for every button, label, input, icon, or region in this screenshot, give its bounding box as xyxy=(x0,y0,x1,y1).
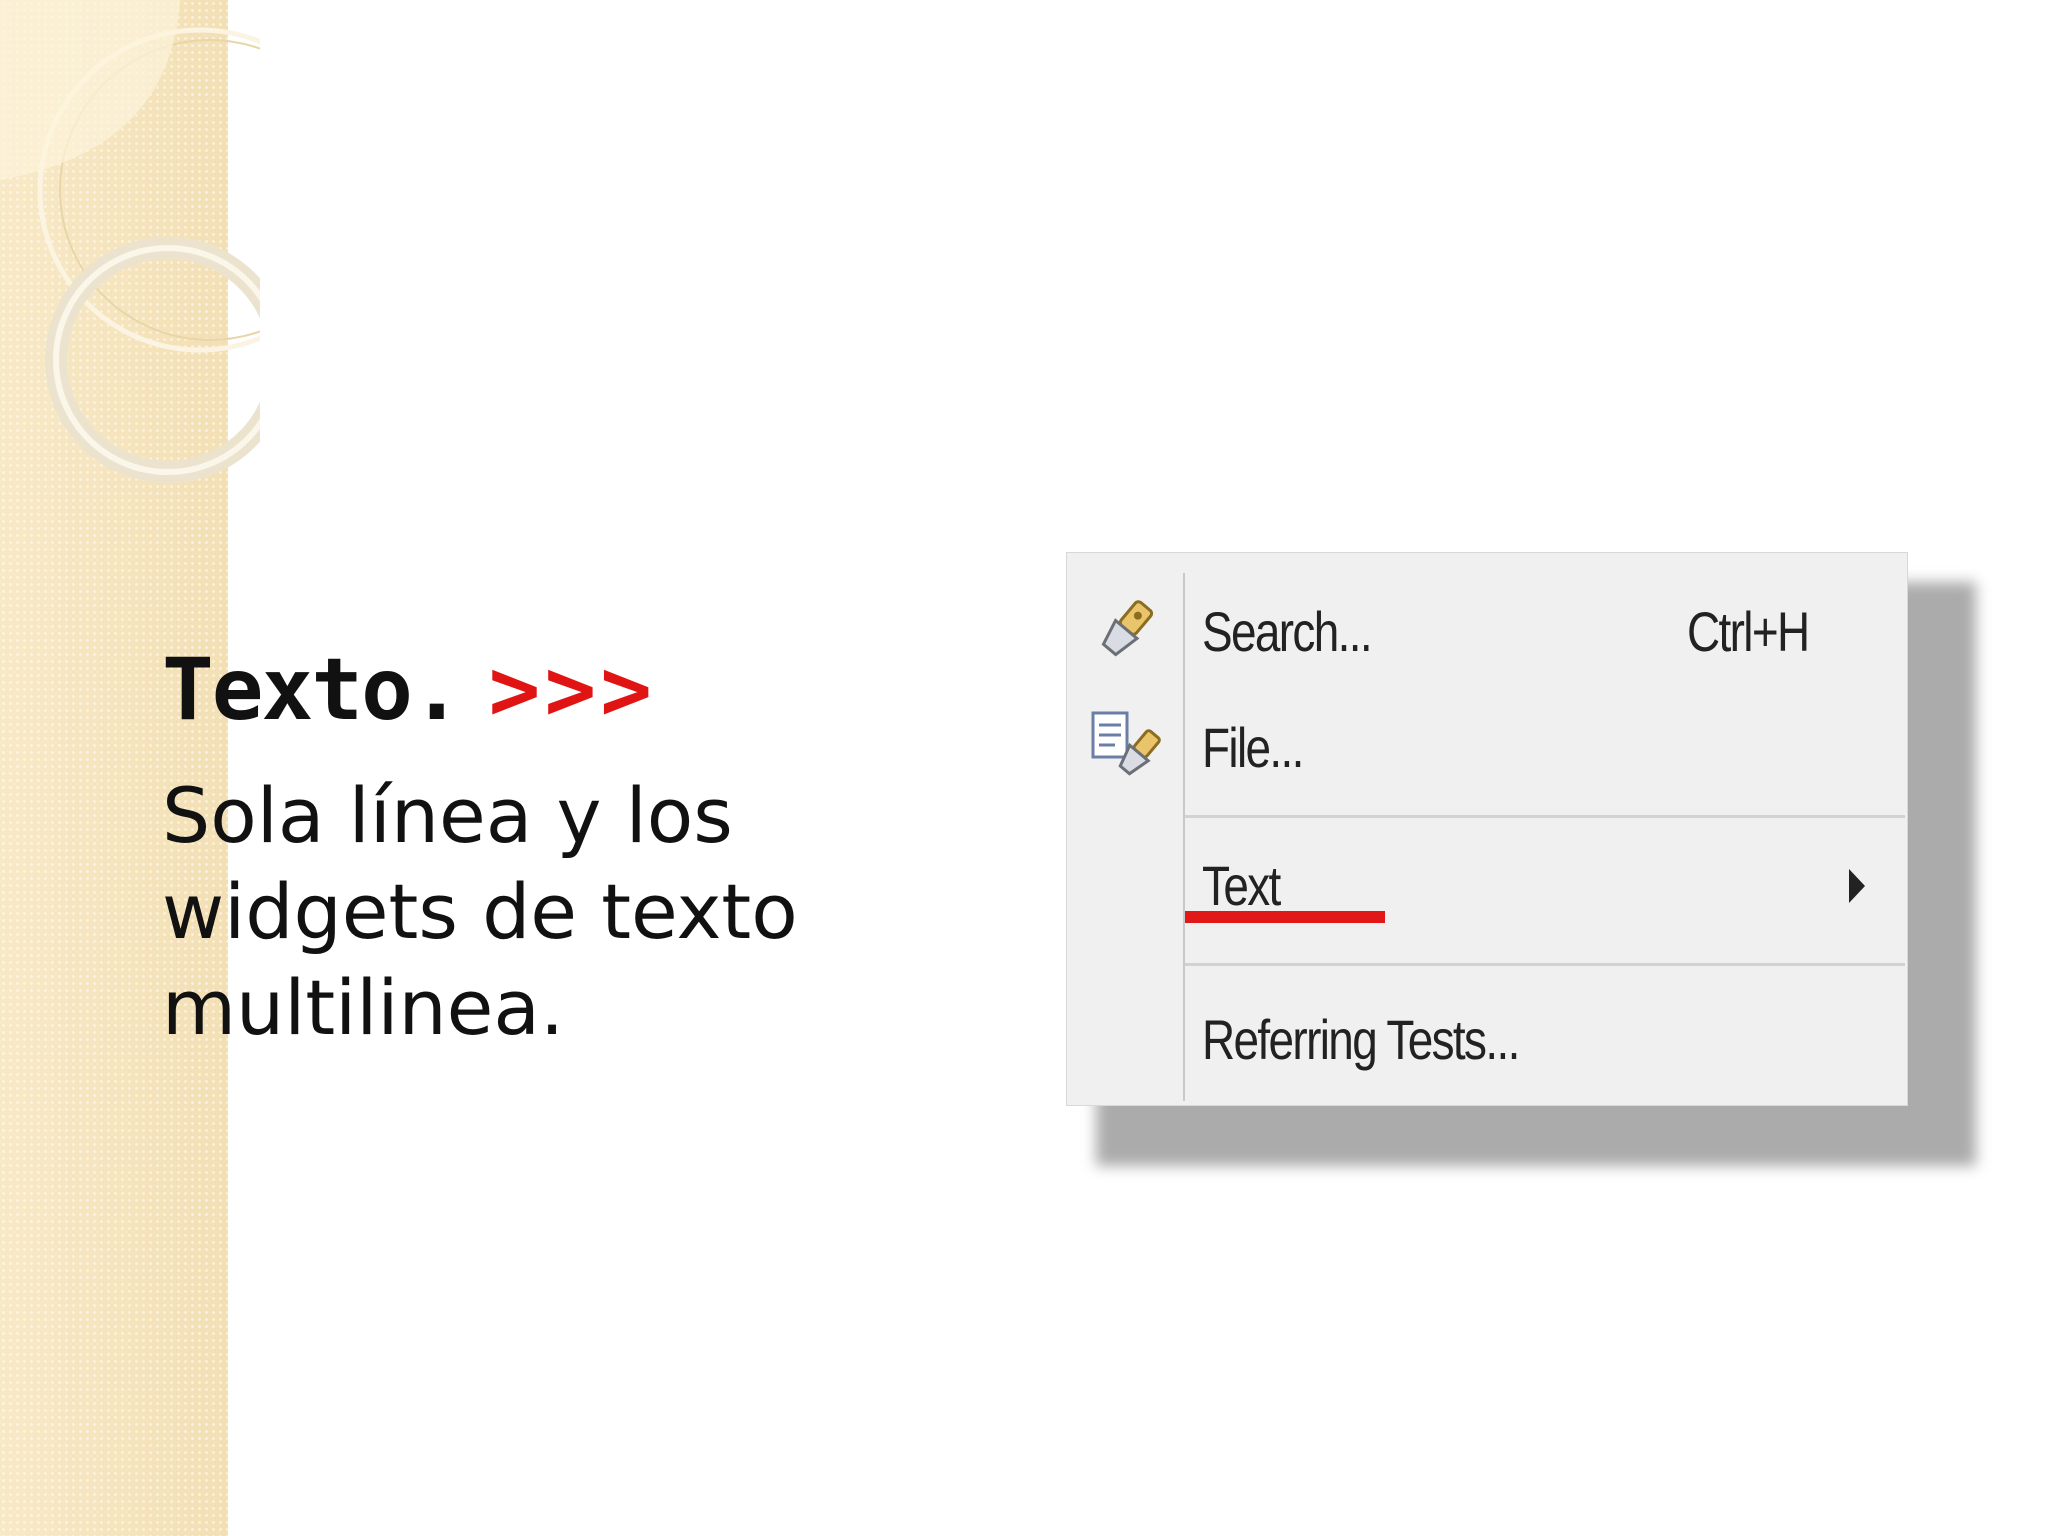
highlight-underline xyxy=(1185,911,1385,923)
menu-item-file[interactable]: File... xyxy=(1067,697,1907,793)
menu-item-search[interactable]: Search... Ctrl+H xyxy=(1067,581,1907,677)
slide-body-text: Sola línea y los widgets de texto multil… xyxy=(162,771,798,1052)
search-flashlight-icon xyxy=(1087,593,1163,669)
menu-separator xyxy=(1185,963,1905,966)
menu-item-label: Referring Tests... xyxy=(1202,1008,1520,1071)
context-menu-screenshot: Search... Ctrl+H File... Text Referring … xyxy=(1066,552,1976,1166)
menu-item-label: File... xyxy=(1202,716,1304,779)
decorative-circles xyxy=(0,0,260,483)
menu-item-label: Text xyxy=(1202,854,1281,917)
file-search-icon xyxy=(1087,709,1163,785)
submenu-arrow-icon xyxy=(1849,869,1865,903)
menu-item-referring-tests[interactable]: Referring Tests... xyxy=(1067,989,1907,1085)
title-arrows: >>> xyxy=(488,640,657,740)
menu-item-label: Search... xyxy=(1202,600,1373,663)
slide-title-text: Texto. xyxy=(162,640,463,740)
slide-title: Texto. >>> xyxy=(162,640,656,740)
menu-separator xyxy=(1185,815,1905,818)
menu-item-shortcut: Ctrl+H xyxy=(1687,600,1810,663)
context-menu: Search... Ctrl+H File... Text Referring … xyxy=(1066,552,1908,1106)
